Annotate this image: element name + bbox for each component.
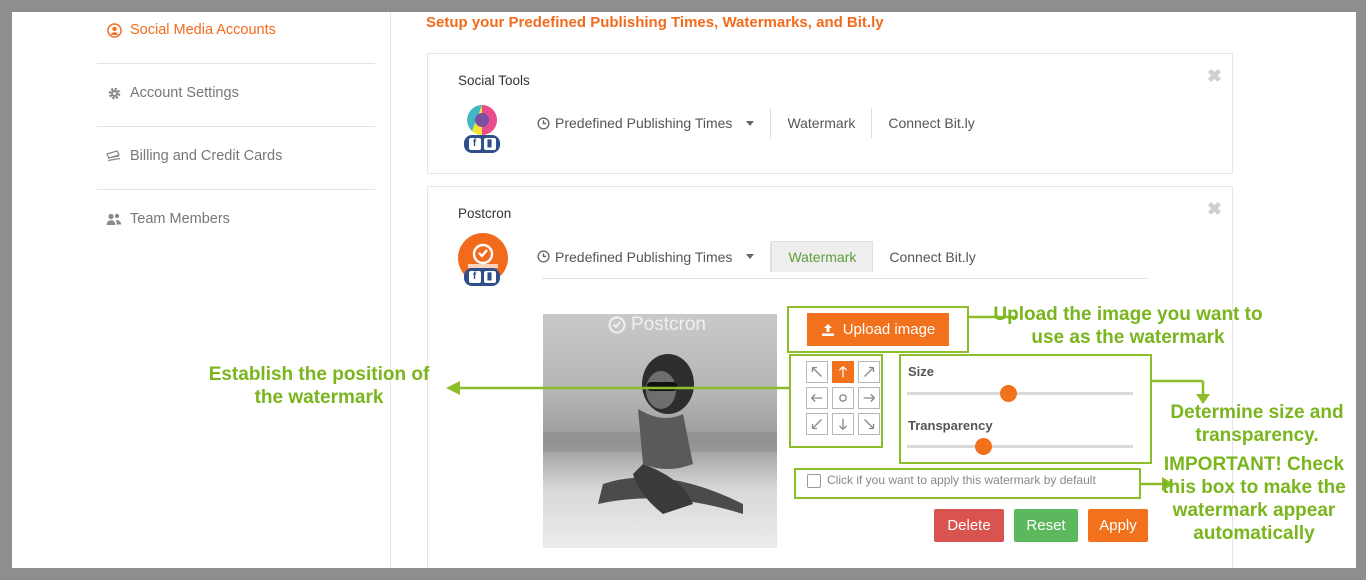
annotation-important: IMPORTANT! Check this box to make the wa… <box>1162 454 1346 544</box>
position-top-right-button[interactable] <box>858 361 880 383</box>
position-middle-left-button[interactable] <box>806 387 828 409</box>
position-bottom-right-button[interactable] <box>858 413 880 435</box>
arrow-middle-left-icon <box>811 393 823 403</box>
arrow-top-right-icon <box>864 366 875 377</box>
annotation-position: Establish the position of the watermark <box>208 364 430 408</box>
arrow-top-center-icon <box>838 366 848 378</box>
position-middle-right-button[interactable] <box>858 387 880 409</box>
arrow-bottom-center-icon <box>838 418 848 430</box>
arrow-top-left-icon <box>811 366 822 377</box>
center-dot-icon <box>839 394 847 402</box>
position-top-left-button[interactable] <box>806 361 828 383</box>
arrow-middle-right-icon <box>863 393 875 403</box>
position-center-button[interactable] <box>832 387 854 409</box>
position-bottom-left-button[interactable] <box>806 413 828 435</box>
arrow-bottom-left-icon <box>811 419 822 430</box>
annotation-upload: Upload the image you want to use as the … <box>993 304 1263 348</box>
annotation-size: Determine size and transparency. <box>1170 402 1344 446</box>
arrow-bottom-right-icon <box>864 419 875 430</box>
position-top-center-button[interactable] <box>832 361 854 383</box>
position-bottom-center-button[interactable] <box>832 413 854 435</box>
app-frame: Social Media Accounts Account Settings B… <box>12 12 1356 568</box>
